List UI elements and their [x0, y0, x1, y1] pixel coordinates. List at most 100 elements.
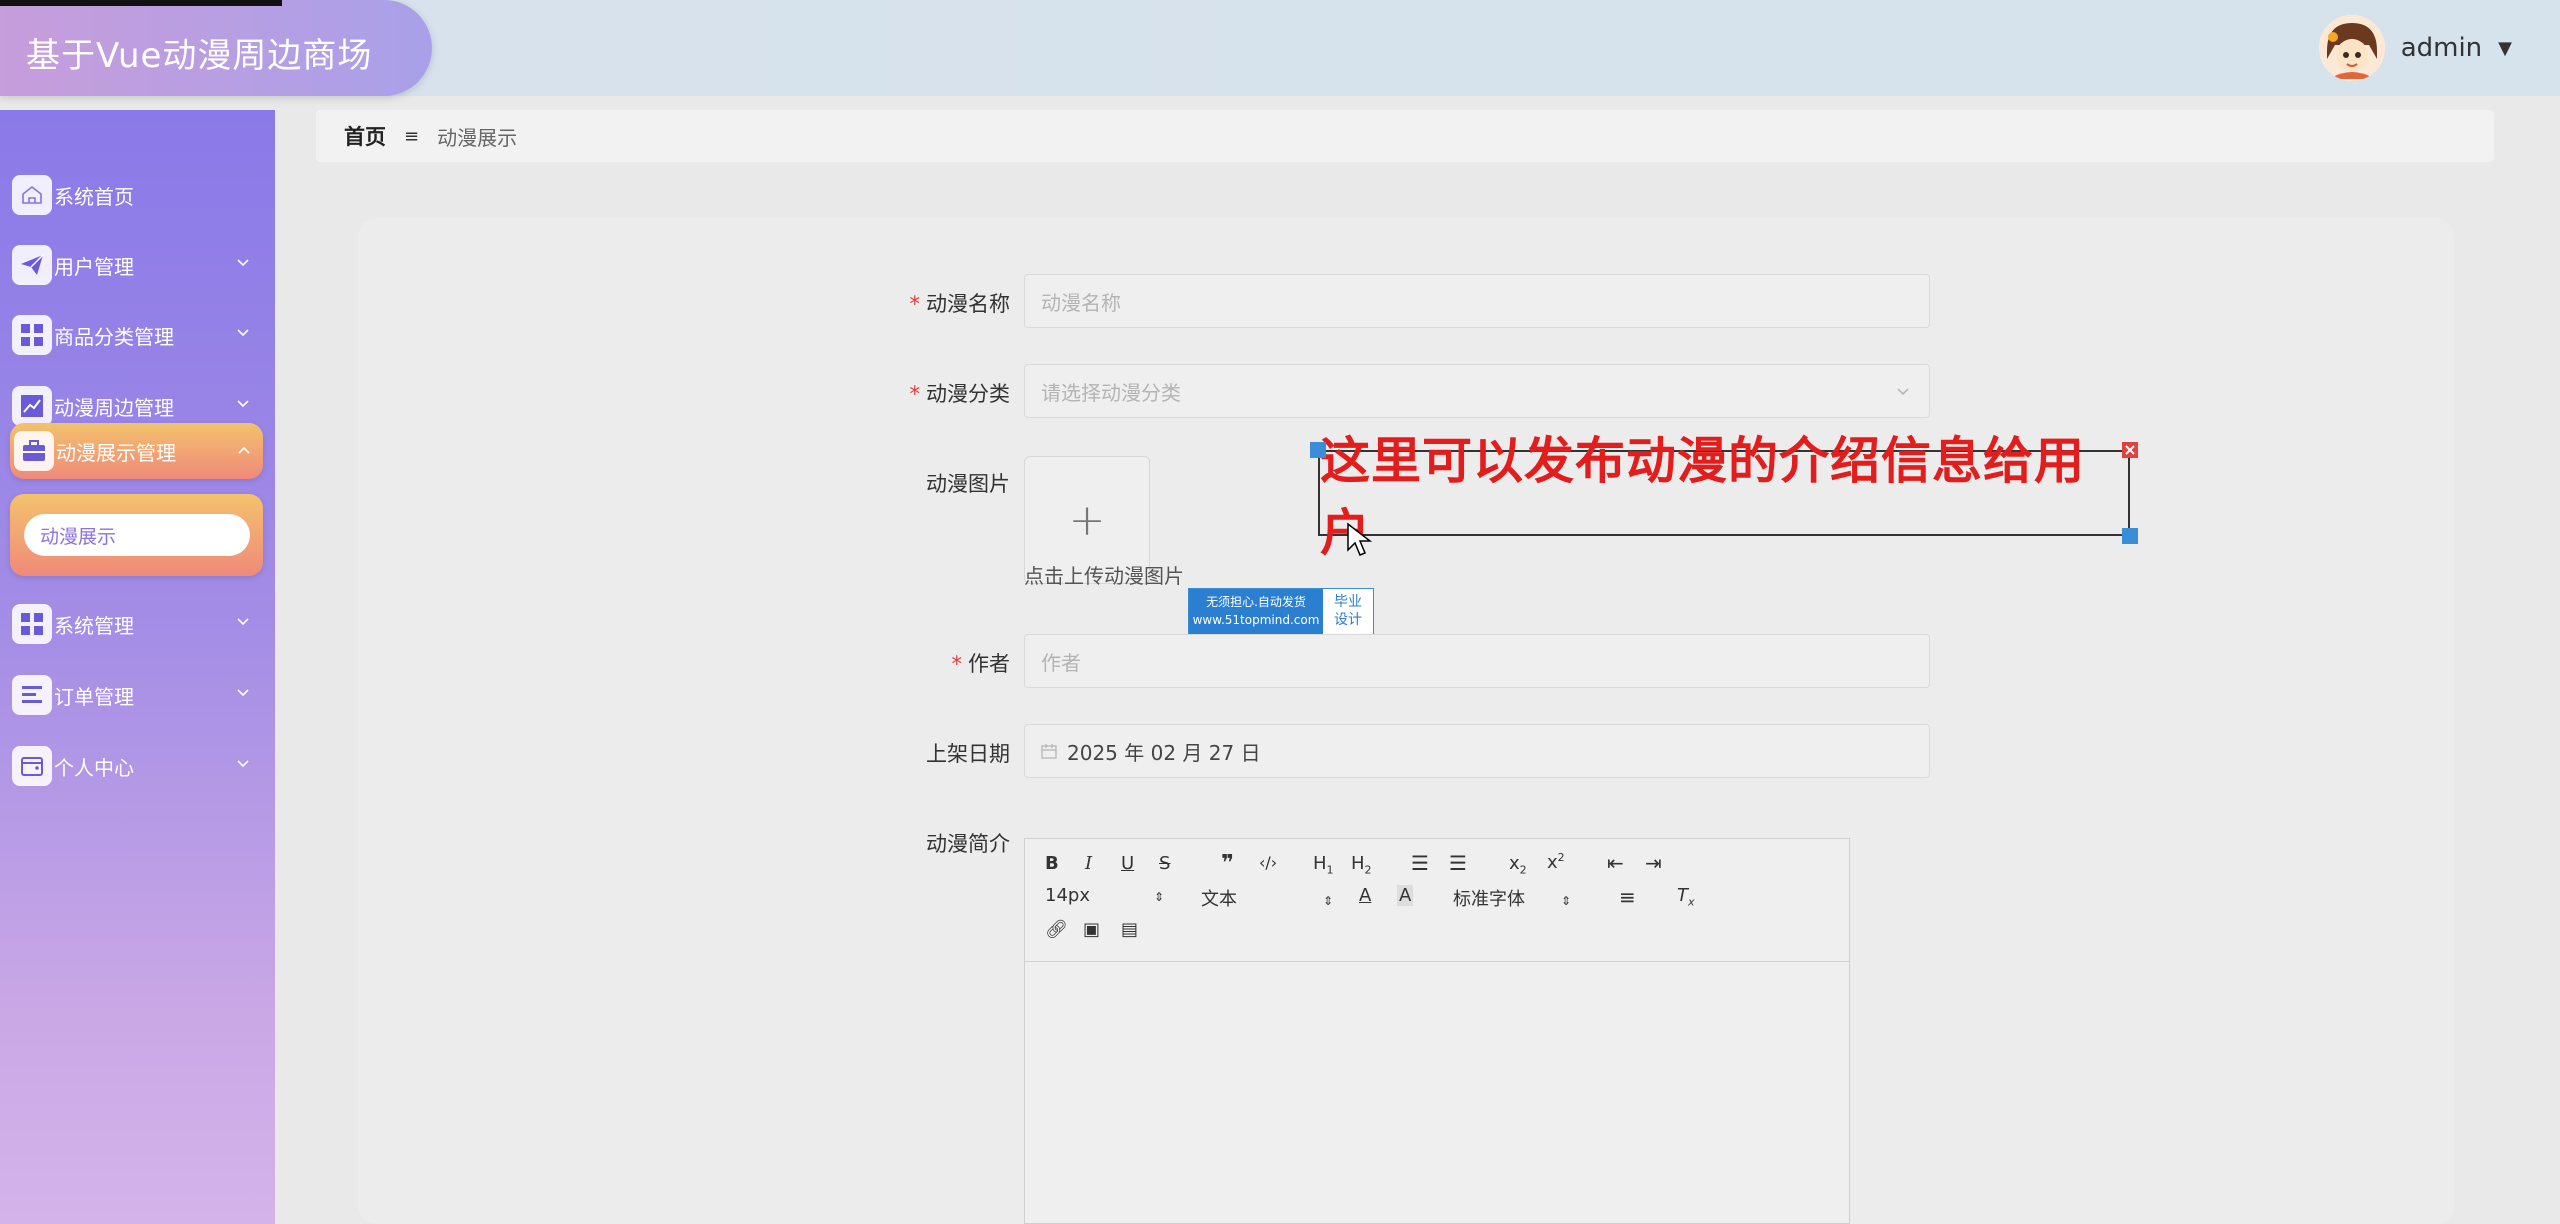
subscript-icon[interactable]: x2: [1509, 853, 1527, 877]
chevron-down-icon: [1897, 388, 1909, 396]
rich-text-editor: B I U S ❞ ‹/› H1 H2 ☰ ☰ x2 x2 ⇤ ⇥ 14px ⇕ …: [1024, 838, 1850, 1224]
calendar-icon: [1041, 744, 1057, 759]
bullet-list-icon[interactable]: ☰: [1449, 851, 1467, 875]
top-edge-strip: [0, 0, 282, 6]
anime-name-placeholder: 动漫名称: [1041, 290, 1121, 315]
text-color-icon[interactable]: A: [1359, 885, 1371, 906]
avatar[interactable]: [2318, 15, 2385, 81]
anime-category-select[interactable]: 请选择动漫分类: [1024, 364, 1930, 418]
annotation-box[interactable]: 这里可以发布动漫的介绍信息给用户: [1310, 432, 2138, 562]
underline-icon[interactable]: U: [1121, 853, 1134, 874]
breadcrumb-separator: ≡: [404, 125, 420, 147]
author-input[interactable]: 作者: [1024, 634, 1930, 688]
breadcrumb-home[interactable]: 首页: [344, 121, 386, 151]
bold-icon[interactable]: B: [1045, 853, 1059, 874]
intro-label: 动漫简介: [926, 832, 1010, 856]
sidebar-item-users[interactable]: 用户管理: [12, 238, 262, 292]
sidebar-item-label: 用户管理: [54, 254, 134, 279]
sidebar-item-label: 系统管理: [54, 613, 134, 638]
send-icon: [12, 245, 52, 285]
upload-hint: 点击上传动漫图片: [1024, 564, 1184, 588]
page-scrollbar[interactable]: [2546, 96, 2560, 1224]
grid-icon: [12, 315, 52, 355]
sidebar-item-label: 个人中心: [54, 755, 134, 780]
font-family-select[interactable]: 标准字体 ⇕: [1453, 885, 1571, 911]
avatar-icon: [2318, 15, 2385, 81]
italic-icon[interactable]: I: [1085, 853, 1092, 874]
clear-format-icon[interactable]: Tx: [1677, 885, 1695, 909]
heading2-icon[interactable]: H2: [1351, 853, 1372, 877]
wallet-icon: [12, 746, 52, 786]
sidebar: 系统首页 用户管理 商品分类管理 动漫周边管理 动漫展示管理 动漫展示 系统管理…: [0, 110, 275, 1224]
block-type-select[interactable]: 文本 ⇕: [1201, 885, 1333, 911]
app-title: 基于Vue动漫周边商场: [26, 36, 373, 76]
link-icon[interactable]: 🔗︎: [1045, 919, 1068, 940]
ordered-list-icon[interactable]: ☰: [1411, 851, 1429, 875]
align-icon[interactable]: ≡: [1619, 885, 1636, 909]
caret-down-icon[interactable]: ▼: [2498, 38, 2512, 59]
font-size-select[interactable]: 14px ⇕: [1045, 885, 1164, 906]
sidebar-item-orders[interactable]: 订单管理: [12, 668, 262, 722]
home-icon: [12, 175, 52, 215]
required-mark: *: [951, 652, 963, 676]
outdent-icon[interactable]: ⇤: [1607, 851, 1624, 875]
background-color-icon[interactable]: A: [1397, 885, 1414, 906]
watermark-line1: 无须担心.自动发货: [1206, 595, 1306, 609]
rotate-handle-icon[interactable]: [1310, 442, 1326, 458]
chevron-down-icon: [237, 400, 249, 408]
editor-toolbar: B I U S ❞ ‹/› H1 H2 ☰ ☰ x2 x2 ⇤ ⇥ 14px ⇕ …: [1025, 839, 1849, 962]
category-label: * 动漫分类: [909, 382, 1011, 406]
username[interactable]: admin: [2401, 33, 2482, 63]
close-icon[interactable]: [2122, 442, 2138, 458]
submenu-item-anime-display[interactable]: 动漫展示: [24, 514, 250, 556]
chevron-down-icon: [237, 760, 249, 768]
sidebar-item-label: 动漫周边管理: [54, 395, 174, 420]
sidebar-item-label: 商品分类管理: [54, 324, 174, 349]
superscript-icon[interactable]: x2: [1547, 851, 1565, 873]
author-placeholder: 作者: [1041, 650, 1081, 675]
chevron-down-icon: [237, 329, 249, 337]
sidebar-item-label: 动漫展示管理: [56, 440, 176, 465]
annotation-text: 这里可以发布动漫的介绍信息给用户: [1320, 432, 2085, 562]
form-card: * 动漫名称 动漫名称 * 动漫分类 请选择动漫分类 动漫图片 + 点击上传动漫图片…: [358, 218, 2454, 1224]
mouse-cursor-icon: [1347, 522, 1372, 556]
watermark-right1: 毕业: [1334, 594, 1362, 610]
anime-name-input[interactable]: 动漫名称: [1024, 274, 1930, 328]
author-label: * 作者: [951, 652, 1011, 676]
sidebar-item-anime-display[interactable]: 动漫展示管理: [10, 423, 263, 479]
code-block-icon[interactable]: ‹/›: [1259, 853, 1277, 872]
sidebar-item-label: 订单管理: [54, 684, 134, 709]
sidebar-item-home[interactable]: 系统首页: [12, 168, 262, 222]
sidebar-item-category[interactable]: 商品分类管理: [12, 308, 262, 362]
heading1-icon[interactable]: H1: [1313, 853, 1334, 877]
date-label: 上架日期: [926, 742, 1010, 766]
briefcase-icon: [14, 431, 54, 471]
watermark-line2: www.51topmind.com: [1192, 613, 1320, 627]
brand-banner: 基于Vue动漫周边商场: [0, 0, 432, 96]
strikethrough-icon[interactable]: S: [1159, 853, 1170, 874]
indent-icon[interactable]: ⇥: [1645, 851, 1662, 875]
sidebar-item-profile[interactable]: 个人中心: [12, 739, 262, 793]
listing-date-picker[interactable]: 2025 年 02 月 27 日: [1024, 724, 1930, 778]
image-icon[interactable]: ▣: [1083, 919, 1100, 940]
blockquote-icon[interactable]: ❞: [1221, 851, 1234, 876]
user-menu[interactable]: admin ▼: [2318, 14, 2512, 82]
image-label: 动漫图片: [926, 472, 1010, 496]
editor-content-area[interactable]: [1025, 962, 1849, 1224]
watermark-right2: 设计: [1334, 612, 1362, 628]
listing-date-value: 2025 年 02 月 27 日: [1067, 740, 1261, 765]
grid-icon: [12, 604, 52, 644]
chevron-down-icon: [237, 689, 249, 697]
required-mark: *: [909, 292, 921, 316]
breadcrumb: 首页 ≡ 动漫展示: [316, 110, 2494, 162]
list-icon: [12, 675, 52, 715]
video-icon[interactable]: ▤: [1121, 919, 1138, 940]
resize-handle-icon[interactable]: [2122, 528, 2138, 544]
chevron-down-icon: [237, 618, 249, 626]
chevron-up-icon: [238, 446, 250, 454]
submenu-anime-display: 动漫展示: [10, 494, 263, 576]
chevron-down-icon: [237, 259, 249, 267]
watermark-badge: 无须担心.自动发货 www.51topmind.com 毕业 设计: [1188, 588, 1374, 636]
required-mark: *: [909, 382, 921, 406]
sidebar-item-system[interactable]: 系统管理: [12, 597, 262, 651]
